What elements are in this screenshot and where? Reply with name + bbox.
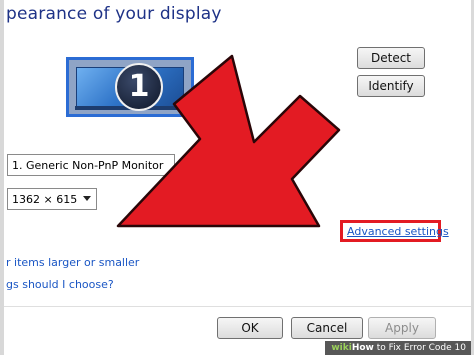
monitor-number-badge: 1: [115, 63, 163, 111]
watermark-text: to Fix Error Code 10: [373, 343, 466, 353]
detect-button[interactable]: Detect: [357, 47, 425, 69]
display-select-value: 1. Generic Non-PnP Monitor: [12, 159, 164, 172]
ok-button[interactable]: OK: [217, 317, 283, 339]
watermark-brand: wiki: [331, 343, 352, 353]
identify-button[interactable]: Identify: [357, 75, 425, 97]
page-title: pearance of your display: [6, 4, 222, 24]
display-select[interactable]: 1. Generic Non-PnP Monitor: [7, 154, 175, 176]
footer-divider: [4, 306, 471, 307]
monitor-preview[interactable]: 1: [66, 57, 194, 117]
resolution-select-value: 1362 × 615: [12, 193, 78, 206]
resolution-select[interactable]: 1362 × 615: [7, 188, 97, 210]
advanced-settings-link[interactable]: Advanced settings: [347, 225, 449, 238]
watermark-how: How: [351, 343, 374, 353]
display-settings-window: pearance of your display Detect Identify…: [0, 0, 474, 355]
chevron-down-icon: [83, 196, 91, 201]
cancel-button[interactable]: Cancel: [291, 317, 363, 339]
which-settings-link[interactable]: gs should I choose?: [6, 278, 114, 291]
apply-button[interactable]: Apply: [368, 317, 436, 339]
make-text-larger-link[interactable]: r items larger or smaller: [6, 256, 139, 269]
wikihow-watermark: wikiHow to Fix Error Code 10: [325, 341, 474, 355]
